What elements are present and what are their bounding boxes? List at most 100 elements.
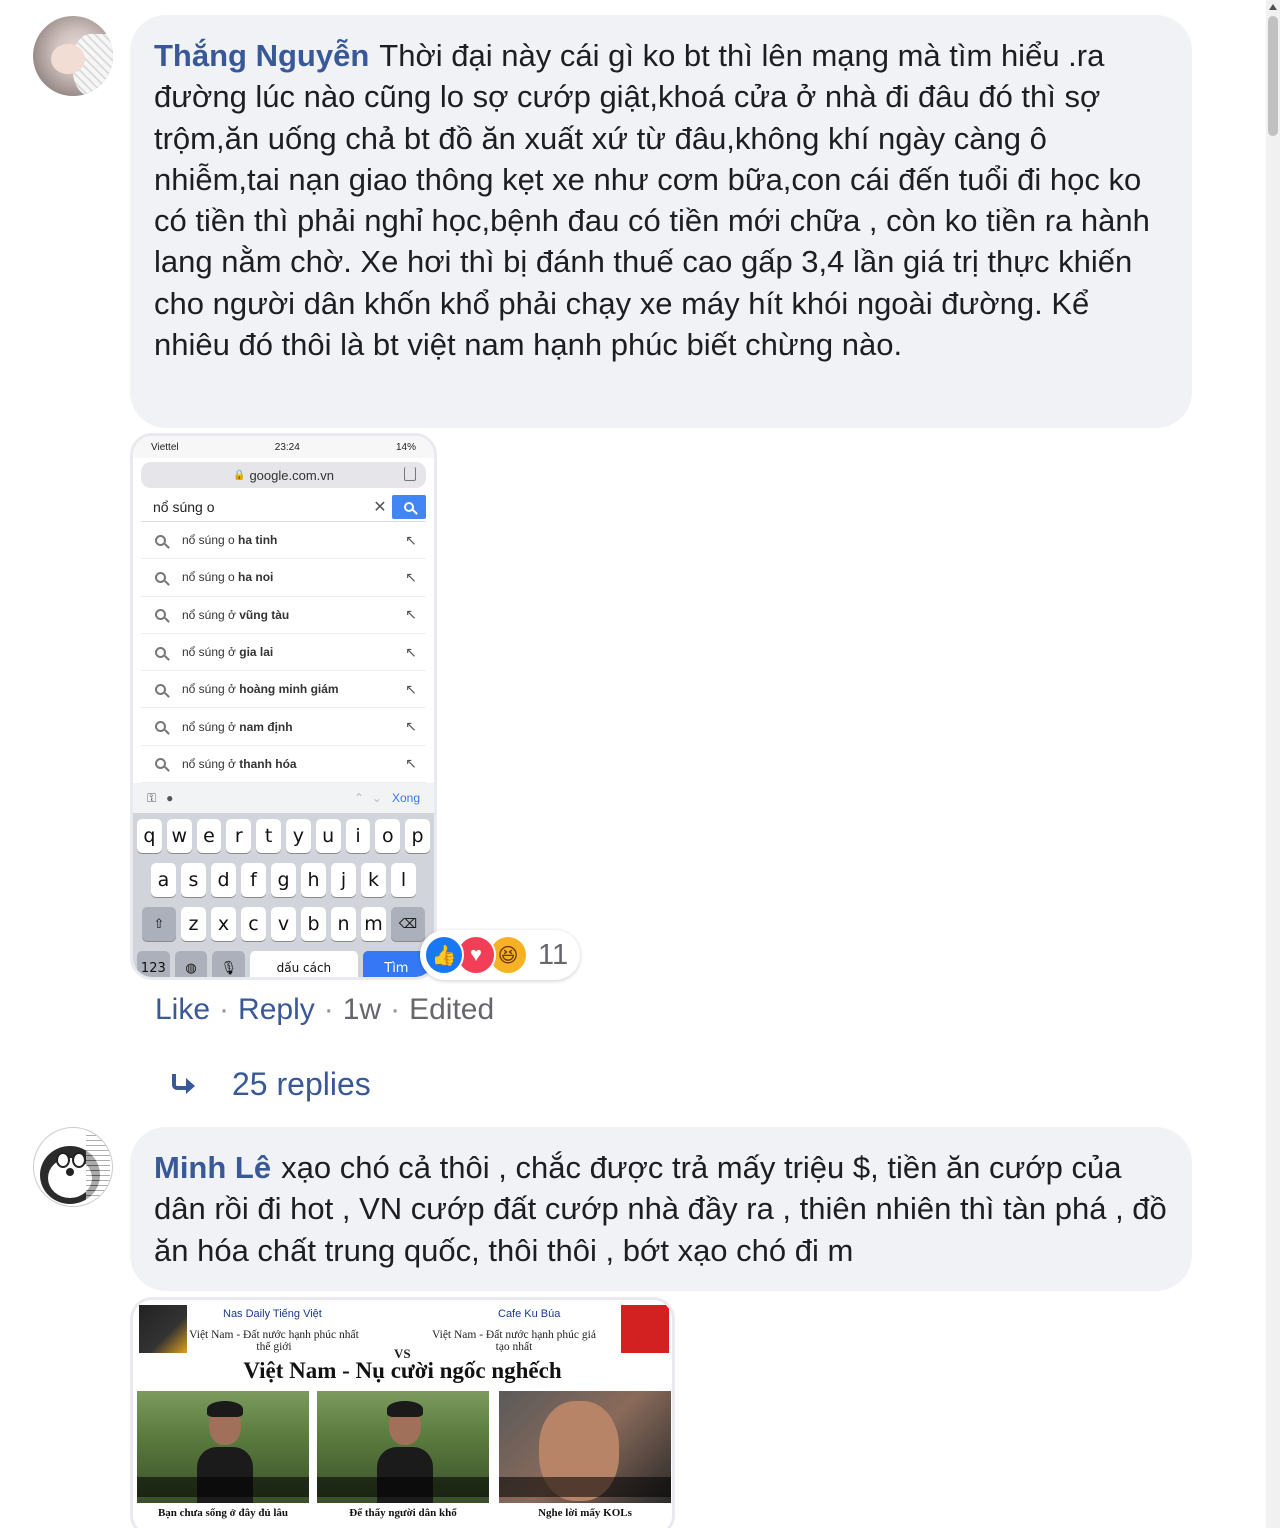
like-icon: 👍: [424, 935, 464, 975]
location-icon: ●: [166, 791, 174, 806]
meme-headline: Việt Nam - Nụ cười ngốc nghếch: [243, 1358, 562, 1383]
clock-label: 23:24: [274, 441, 300, 453]
video-title: Việt Nam - Đất nước hạnh phúc nhất thế g…: [189, 1329, 359, 1353]
chevron-up-icon: ⌃: [353, 791, 364, 806]
keyboard-key: n: [331, 907, 356, 942]
browser-url-bar: 🔒 google.com.vn: [141, 462, 426, 488]
like-link[interactable]: Like: [155, 993, 210, 1027]
keyboard-key: h: [301, 863, 326, 898]
search-icon: [155, 571, 166, 583]
comment-author[interactable]: Minh Lê: [154, 1150, 271, 1185]
channel-name: Cafe Ku Búa: [498, 1308, 561, 1320]
suggestion-item: nổ súng ở thanh hóa ↖: [141, 746, 426, 784]
space-key: dấu cách: [250, 951, 358, 977]
suggestion-list: nổ súng o ha tinh ↖ nổ súng o ha noi ↖ nổ sú…: [133, 522, 434, 784]
separator-dot: ·: [219, 993, 230, 1026]
keyboard-key: g: [271, 863, 296, 898]
comment-attachment-image[interactable]: Viettel 23:24 14% 🔒 google.com.vn nổ sún…: [130, 433, 437, 980]
share-icon: [404, 467, 416, 481]
channel-name: Nas Daily Tiếng Việt: [223, 1308, 322, 1320]
keyboard-key: x: [211, 907, 236, 942]
search-icon: [155, 534, 166, 546]
video-frame: [137, 1391, 309, 1503]
keyboard: qwertyuiop asdfghjkl ⇧ zxcvbnm ⌫ 123 ◍ 🎙…: [133, 813, 434, 977]
clear-icon: ✕: [373, 498, 387, 516]
video-frame: [317, 1391, 489, 1503]
view-replies-link[interactable]: 25 replies: [170, 1066, 371, 1103]
keyboard-key: q: [137, 819, 162, 854]
fill-arrow-icon: ↖: [405, 718, 417, 735]
keyboard-key: s: [181, 863, 206, 898]
reaction-count: 11: [538, 938, 569, 971]
suggestion-text: nổ súng ở thanh hóa: [182, 756, 297, 771]
fill-arrow-icon: ↖: [405, 568, 417, 585]
keyboard-key: f: [241, 863, 266, 898]
reaction-summary[interactable]: 👍 ♥ 😆 11: [420, 930, 581, 980]
suggestion-item: nổ súng ở nam định ↖: [141, 708, 426, 746]
separator-dot: ·: [390, 993, 401, 1026]
comment-bubble: Minh Lê xạo chó cả thôi , chắc được trả m…: [130, 1127, 1192, 1291]
separator-dot: ·: [323, 993, 334, 1026]
keyboard-row: ⇧ zxcvbnm ⌫: [137, 907, 430, 942]
scroll-up-icon[interactable]: [1269, 4, 1277, 10]
suggestion-text: nổ súng ở gia lai: [182, 645, 274, 660]
search-icon: [155, 609, 166, 621]
suggestion-item: nổ súng ở gia lai ↖: [141, 634, 426, 672]
fill-arrow-icon: ↖: [405, 755, 417, 772]
comment-bubble: Thắng Nguyễn Thời đại này cái gì ko bt th…: [130, 15, 1192, 428]
page-scrollbar[interactable]: [1266, 0, 1280, 1528]
microphone-icon: 🎙: [212, 951, 246, 977]
frame-caption: Nghe lời mấy KOLs: [538, 1507, 632, 1519]
suggestion-text: nổ súng ở hoàng minh giám: [182, 682, 339, 697]
edited-label[interactable]: Edited: [409, 993, 494, 1027]
suggestion-item: nổ súng ở hoàng minh giám ↖: [141, 671, 426, 709]
lock-icon: 🔒: [232, 469, 246, 481]
keyboard-row: asdfghjkl: [137, 863, 430, 898]
search-icon: [155, 758, 166, 770]
scrollbar-thumb[interactable]: [1268, 16, 1278, 136]
fill-arrow-icon: ↖: [405, 680, 417, 697]
globe-icon: ◍: [174, 951, 208, 977]
keyboard-key: a: [151, 863, 176, 898]
search-icon: [155, 721, 166, 733]
keyboard-key: i: [345, 819, 371, 854]
suggestion-text: nổ súng ở vũng tàu: [182, 607, 290, 622]
chevron-down-icon: ⌄: [371, 791, 382, 806]
keyboard-key: m: [361, 907, 386, 942]
keyboard-key: w: [166, 819, 192, 854]
keyboard-row: qwertyuiop: [137, 819, 430, 854]
carrier-label: Viettel: [151, 441, 179, 453]
search-query: nổ súng o: [153, 498, 215, 515]
done-label: Xong: [391, 791, 420, 806]
keyboard-key: z: [181, 907, 206, 942]
fill-arrow-icon: ↖: [405, 643, 417, 660]
avatar[interactable]: [33, 16, 113, 96]
video-frame: [499, 1391, 671, 1503]
keyboard-letters: zxcvbnm: [181, 907, 386, 942]
keyboard-toolbar: ⚿ ● ⌃ ⌄ Xong: [133, 783, 434, 814]
reply-link[interactable]: Reply: [238, 993, 315, 1027]
suggestion-text: nổ súng o ha tinh: [182, 533, 278, 548]
channel-logo: [621, 1305, 669, 1353]
avatar-eye: [72, 1152, 86, 1168]
avatar-nose: [66, 1168, 74, 1176]
keyboard-row: 123 ◍ 🎙 dấu cách Tìm: [137, 951, 430, 977]
phone-status-bar: Viettel 23:24 14%: [133, 436, 434, 458]
comment-attachment-image[interactable]: Nas Daily Tiếng Việt Cafe Ku Búa Việt Na…: [130, 1297, 675, 1528]
fill-arrow-icon: ↖: [405, 606, 417, 623]
keyboard-key: d: [211, 863, 236, 898]
timestamp[interactable]: 1w: [343, 993, 381, 1027]
fill-arrow-icon: ↖: [405, 531, 417, 548]
comment-author[interactable]: Thắng Nguyễn: [154, 38, 369, 73]
avatar[interactable]: [33, 1127, 113, 1207]
search-field: nổ súng o ✕: [141, 492, 426, 522]
channel-logo: [139, 1305, 187, 1353]
keyboard-key: e: [196, 819, 222, 854]
video-title: Việt Nam - Đất nước hạnh phúc giả tạo nh…: [432, 1329, 596, 1353]
keyboard-key: j: [331, 863, 356, 898]
comment-text: xạo chó cả thôi , chắc được trả mấy triệ…: [154, 1150, 1167, 1268]
replies-count-label: 25 replies: [232, 1066, 371, 1102]
suggestion-item: nổ súng o ha noi ↖: [141, 559, 426, 597]
keyboard-key: k: [361, 863, 386, 898]
key-icon: ⚿: [147, 790, 157, 805]
